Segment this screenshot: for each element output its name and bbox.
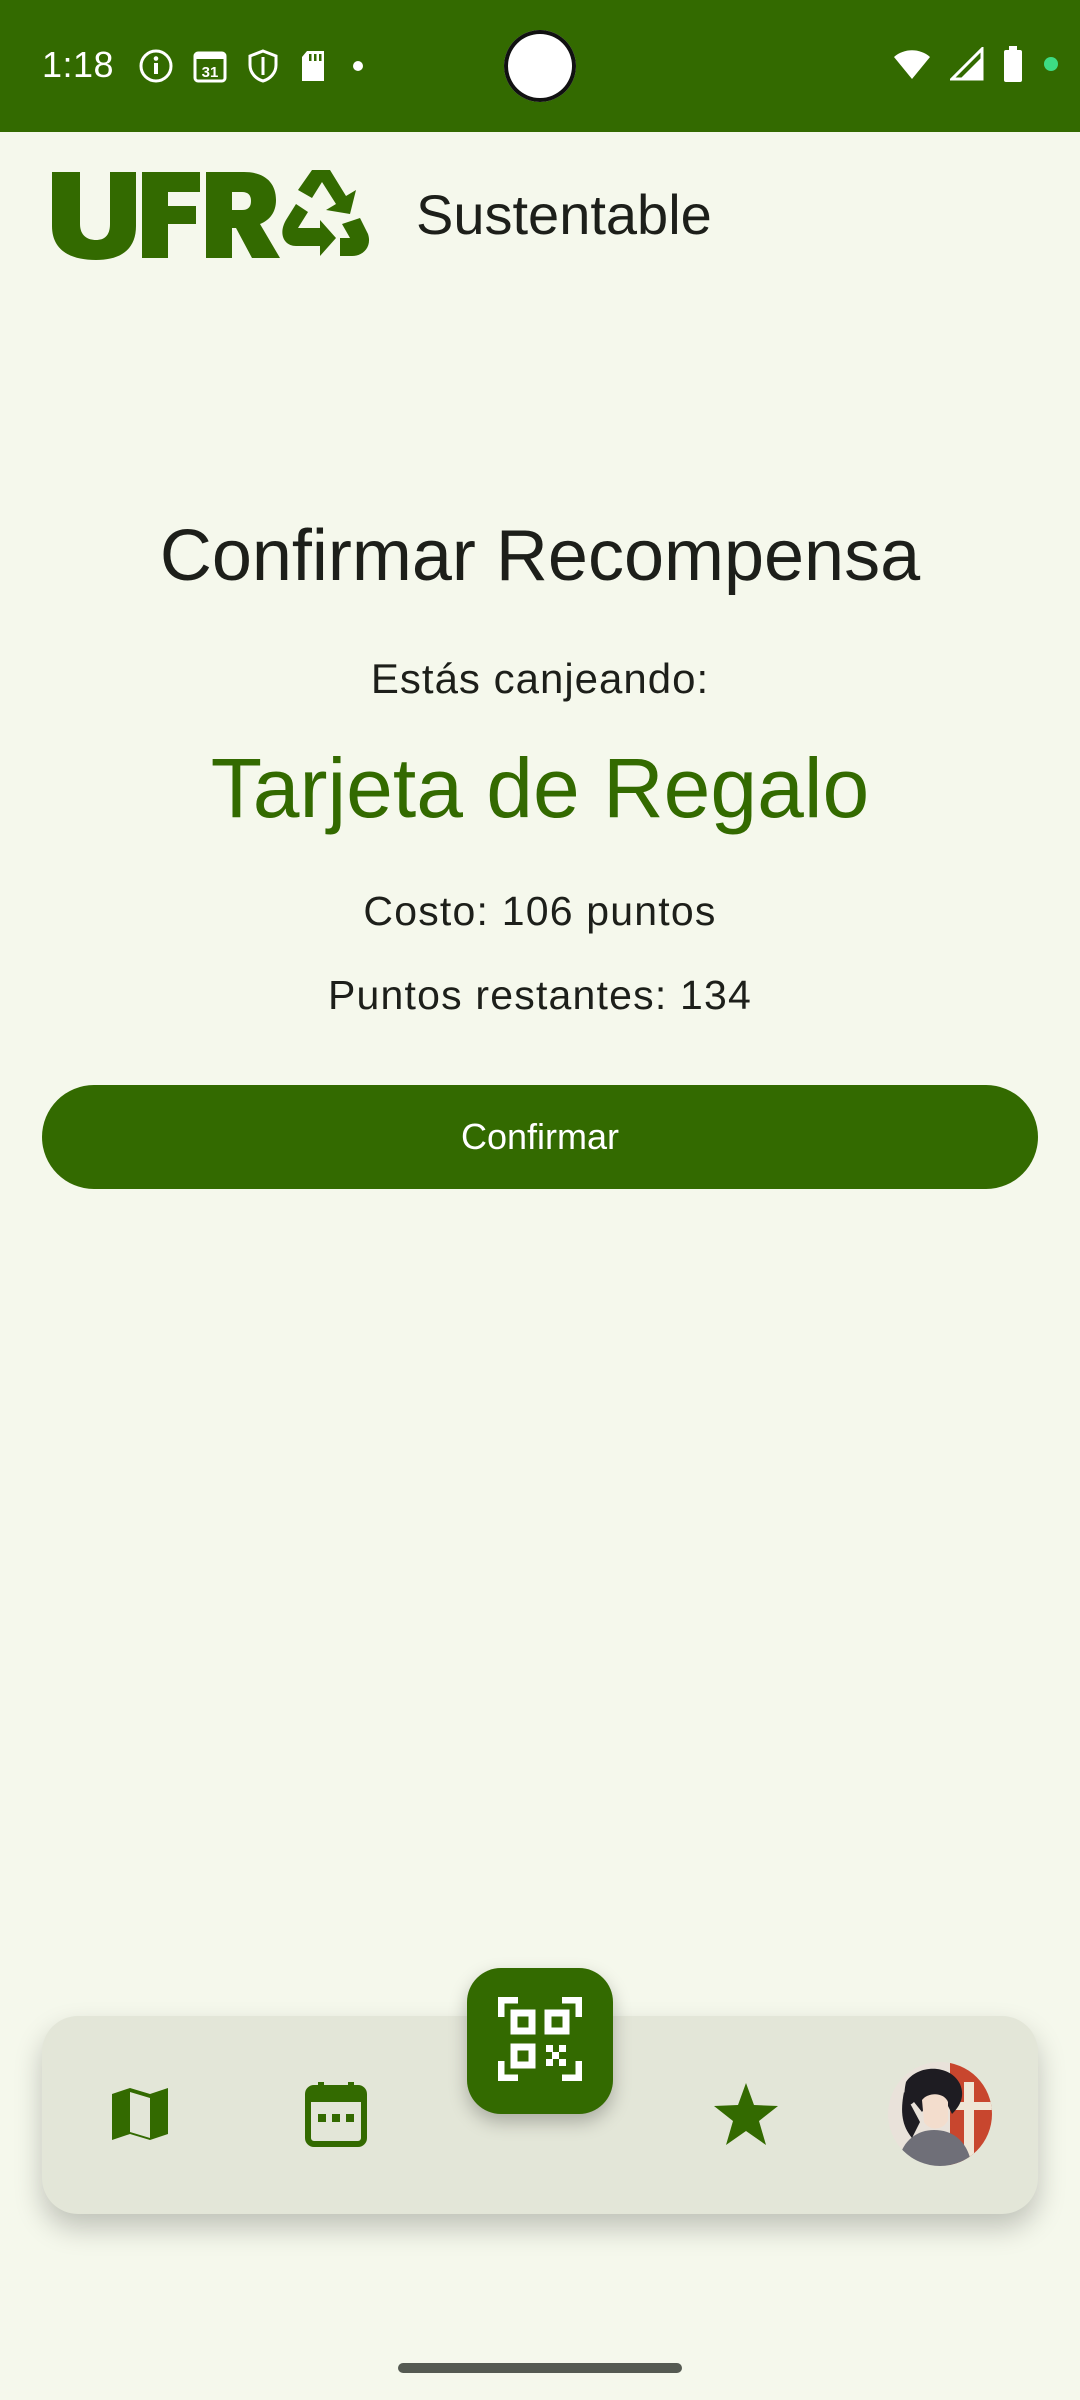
qr-code-icon [497, 1996, 583, 2086]
info-icon [138, 48, 174, 89]
wifi-icon [892, 47, 932, 86]
star-icon [712, 2081, 780, 2152]
remaining-points-text: Puntos restantes: 134 [327, 972, 753, 1018]
app-header: Sustentable [0, 132, 1080, 302]
confirm-button[interactable]: Confirmar [42, 1085, 1038, 1189]
status-time: 1:18 [42, 44, 115, 85]
battery-icon [1002, 45, 1024, 88]
reward-name: Tarjeta de Regalo [210, 741, 870, 835]
status-bar: 1:18 31 [0, 0, 1080, 132]
nav-item-calendar[interactable] [286, 2066, 386, 2166]
sd-card-icon [298, 48, 328, 89]
shield-icon [246, 48, 280, 89]
page-title: Confirmar Recompensa [159, 516, 921, 596]
camera-cutout [504, 30, 576, 102]
status-icons-left: 31 [138, 48, 370, 88]
cost-text: Costo: 106 puntos [363, 888, 717, 934]
nav-item-map[interactable] [90, 2066, 190, 2166]
signal-icon [948, 44, 984, 86]
nav-item-rewards[interactable] [696, 2066, 796, 2166]
svg-text:31: 31 [202, 64, 219, 81]
status-icons-right [892, 44, 1060, 88]
dot-icon [346, 48, 370, 89]
avatar [888, 2062, 992, 2166]
gesture-bar[interactable] [398, 2363, 682, 2373]
redeeming-label: Estás canjeando: [370, 655, 710, 702]
app-title: Sustentable [416, 183, 712, 246]
map-icon [108, 2082, 172, 2151]
nav-item-profile[interactable] [888, 2062, 992, 2166]
calendar-icon [304, 2080, 368, 2153]
calendar-31-icon: 31 [192, 48, 228, 89]
ufro-logo [50, 162, 370, 277]
qr-scan-button[interactable] [467, 1968, 613, 2114]
privacy-dot-icon [1042, 46, 1060, 87]
